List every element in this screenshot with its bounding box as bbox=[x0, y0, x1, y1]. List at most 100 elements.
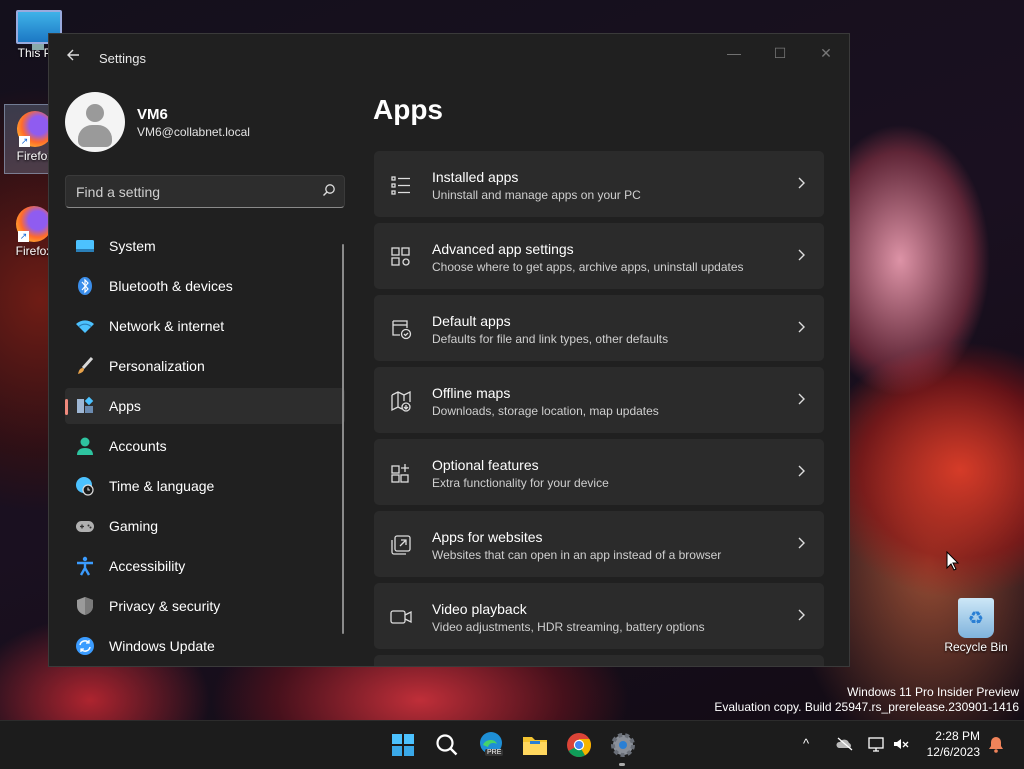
maximize-button[interactable]: ☐ bbox=[757, 38, 803, 68]
recycle-bin-icon: ♻ bbox=[958, 598, 994, 638]
apps-icon bbox=[77, 396, 94, 413]
card-subtitle: Video adjustments, HDR streaming, batter… bbox=[432, 620, 705, 634]
user-profile[interactable]: VM6 VM6@collabnet.local bbox=[65, 92, 355, 152]
watermark-line-1: Windows 11 Pro Insider Preview bbox=[847, 685, 1019, 699]
list-icon bbox=[391, 176, 410, 195]
sidebar-item-label: Privacy & security bbox=[109, 598, 221, 614]
search-box[interactable] bbox=[65, 175, 345, 208]
shield-icon bbox=[77, 597, 93, 615]
taskbar-chrome-button[interactable] bbox=[563, 729, 595, 761]
card-title: Apps for websites bbox=[432, 529, 543, 545]
card-apps-for-websites[interactable]: Apps for websites Websites that can open… bbox=[374, 511, 824, 577]
chevron-right-icon bbox=[798, 393, 805, 405]
sidebar-item-time-language[interactable]: Time & language bbox=[65, 468, 345, 504]
start-icon bbox=[392, 734, 414, 756]
video-icon bbox=[390, 610, 412, 624]
card-cut-off[interactable] bbox=[374, 655, 824, 666]
accessibility-icon bbox=[77, 556, 93, 576]
card-installed-apps[interactable]: Installed apps Uninstall and manage apps… bbox=[374, 151, 824, 217]
card-default-apps[interactable]: Default apps Defaults for file and link … bbox=[374, 295, 824, 361]
sidebar-item-privacy[interactable]: Privacy & security bbox=[65, 588, 345, 624]
taskbar-search-button[interactable] bbox=[431, 729, 463, 761]
avatar bbox=[65, 92, 125, 152]
chevron-right-icon bbox=[798, 321, 805, 333]
card-subtitle: Uninstall and manage apps on your PC bbox=[432, 188, 641, 202]
sidebar-item-label: Windows Update bbox=[109, 638, 215, 654]
shortcut-arrow-icon: ↗ bbox=[19, 136, 30, 147]
file-explorer-icon bbox=[523, 737, 547, 755]
app-settings-icon bbox=[391, 247, 410, 266]
title-bar[interactable]: Settings — ☐ ✕ bbox=[49, 34, 849, 82]
card-title: Installed apps bbox=[432, 169, 519, 185]
sidebar-item-label: System bbox=[109, 238, 156, 254]
open-external-icon bbox=[391, 535, 411, 555]
system-icon bbox=[76, 240, 94, 252]
update-icon bbox=[76, 637, 94, 655]
sidebar-item-bluetooth[interactable]: Bluetooth & devices bbox=[65, 268, 345, 304]
chevron-right-icon bbox=[798, 609, 805, 621]
network-icon bbox=[76, 320, 94, 333]
card-offline-maps[interactable]: Offline maps Downloads, storage location… bbox=[374, 367, 824, 433]
back-button[interactable] bbox=[63, 48, 83, 68]
card-title: Optional features bbox=[432, 457, 539, 473]
close-button[interactable]: ✕ bbox=[803, 38, 849, 68]
network-wired-icon[interactable] bbox=[867, 735, 885, 753]
onedrive-offline-icon[interactable] bbox=[836, 735, 854, 753]
mouse-cursor-icon bbox=[946, 551, 960, 571]
card-subtitle: Websites that can open in an app instead… bbox=[432, 548, 722, 562]
evaluation-watermark: Windows 11 Pro Insider Preview Evaluatio… bbox=[714, 685, 1019, 715]
sidebar-item-label: Bluetooth & devices bbox=[109, 278, 233, 294]
user-name: VM6 bbox=[137, 106, 168, 123]
notification-bell-icon[interactable] bbox=[987, 735, 1005, 753]
arrow-left-icon bbox=[67, 49, 79, 61]
taskbar-clock[interactable]: 2:28 PM 12/6/2023 bbox=[927, 728, 980, 760]
card-advanced-app-settings[interactable]: Advanced app settings Choose where to ge… bbox=[374, 223, 824, 289]
sidebar-item-label: Time & language bbox=[109, 478, 215, 494]
sidebar-item-apps[interactable]: Apps bbox=[65, 388, 345, 424]
edge-icon bbox=[480, 732, 502, 754]
chrome-icon bbox=[567, 733, 592, 758]
brush-icon bbox=[78, 356, 94, 374]
minimize-button[interactable]: — bbox=[711, 38, 757, 68]
sidebar-item-personalization[interactable]: Personalization bbox=[65, 348, 345, 384]
sidebar-item-label: Accounts bbox=[109, 438, 167, 454]
sidebar-item-label: Accessibility bbox=[109, 558, 186, 574]
accounts-icon bbox=[77, 437, 93, 455]
sidebar-item-accounts[interactable]: Accounts bbox=[65, 428, 345, 464]
desktop-icon-label: Recycle Bin bbox=[944, 640, 1008, 654]
sidebar-scrollbar[interactable] bbox=[342, 244, 344, 634]
globe-clock-icon bbox=[76, 477, 94, 496]
taskbar: PRE ^ 2:28 PM 12/6/2023 bbox=[0, 720, 1024, 769]
bluetooth-icon bbox=[78, 277, 92, 295]
card-title: Offline maps bbox=[432, 385, 511, 401]
tray-overflow-chevron[interactable]: ^ bbox=[803, 736, 809, 751]
settings-cards: Installed apps Uninstall and manage apps… bbox=[374, 151, 824, 666]
taskbar-file-explorer-button[interactable] bbox=[519, 729, 551, 761]
taskbar-edge-button[interactable]: PRE bbox=[475, 729, 507, 761]
card-optional-features[interactable]: Optional features Extra functionality fo… bbox=[374, 439, 824, 505]
window-title: Settings bbox=[99, 51, 146, 66]
edge-preview-badge: PRE bbox=[485, 749, 504, 756]
sidebar-item-network[interactable]: Network & internet bbox=[65, 308, 345, 344]
sidebar-item-accessibility[interactable]: Accessibility bbox=[65, 548, 345, 584]
start-button[interactable] bbox=[387, 729, 419, 761]
settings-window: Settings — ☐ ✕ VM6 VM6@collabnet.local S… bbox=[48, 33, 850, 667]
sidebar-item-label: Network & internet bbox=[109, 318, 225, 334]
map-icon bbox=[391, 390, 411, 412]
search-input[interactable] bbox=[66, 176, 318, 207]
sidebar-item-system[interactable]: System bbox=[65, 228, 345, 264]
sidebar-nav: System Bluetooth & devices Network & int… bbox=[65, 228, 345, 666]
sidebar-item-label: Personalization bbox=[109, 358, 205, 374]
card-title: Video playback bbox=[432, 601, 527, 617]
volume-muted-icon[interactable] bbox=[892, 735, 910, 753]
card-title: Default apps bbox=[432, 313, 511, 329]
chevron-right-icon bbox=[798, 537, 805, 549]
desktop-icon-recycle-bin[interactable]: ♻ Recycle Bin bbox=[944, 598, 1008, 654]
sidebar-item-windows-update[interactable]: Windows Update bbox=[65, 628, 345, 664]
card-video-playback[interactable]: Video playback Video adjustments, HDR st… bbox=[374, 583, 824, 649]
firefox-icon: ↗ bbox=[16, 206, 52, 242]
taskbar-settings-button[interactable] bbox=[607, 729, 639, 761]
clock-time: 2:28 PM bbox=[935, 729, 980, 743]
default-apps-icon bbox=[392, 320, 412, 340]
sidebar-item-gaming[interactable]: Gaming bbox=[65, 508, 345, 544]
